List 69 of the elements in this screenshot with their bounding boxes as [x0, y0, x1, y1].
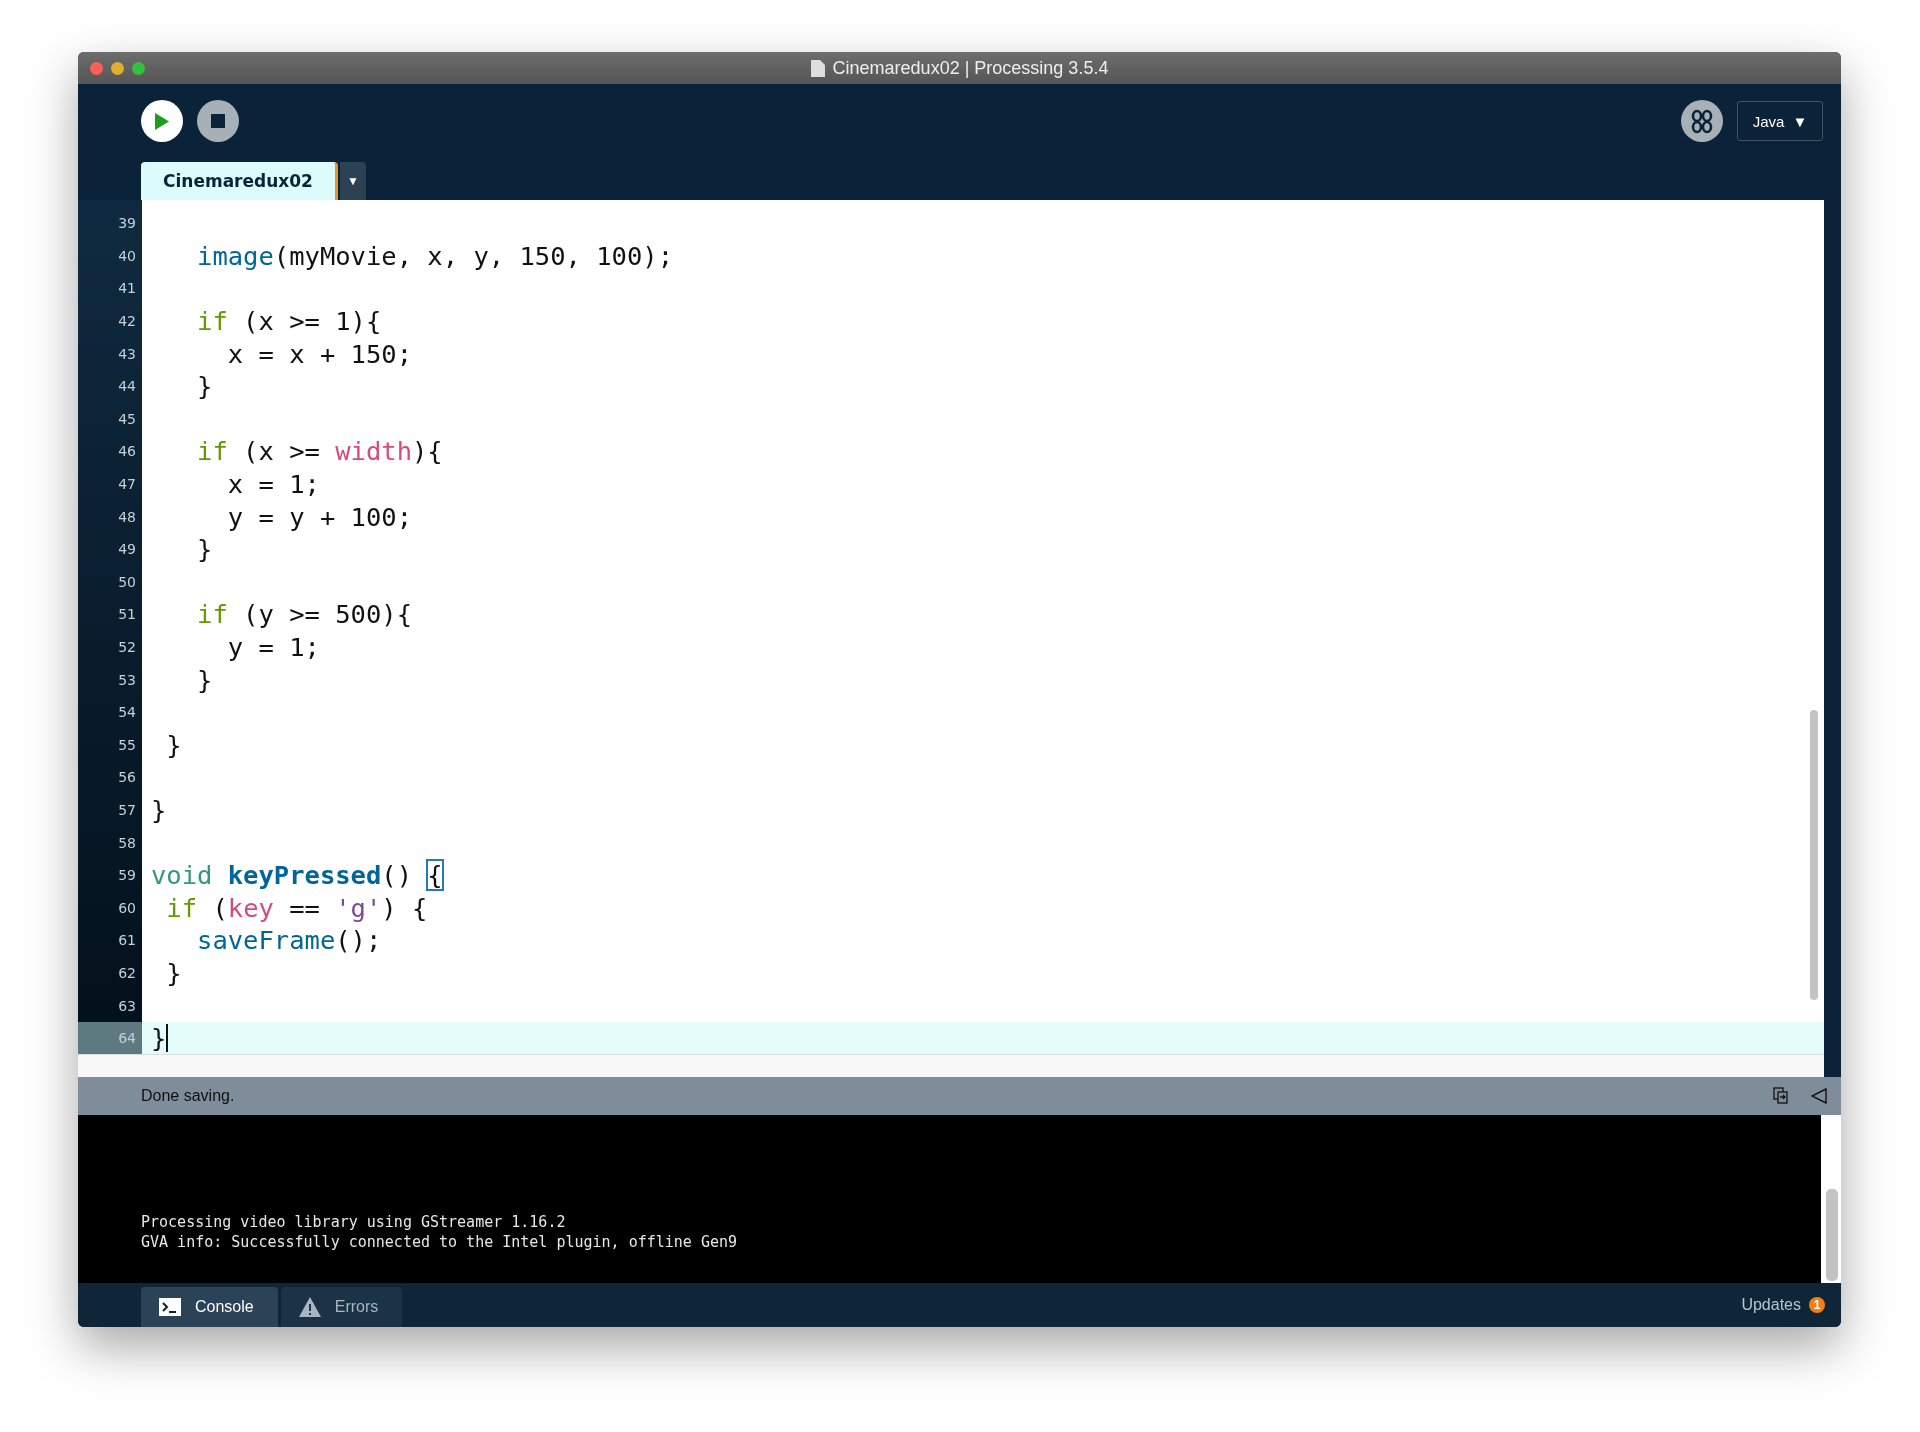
sketch-tab[interactable]: Cinemaredux02: [141, 162, 338, 200]
run-button[interactable]: [141, 100, 183, 142]
line-number: 59: [117, 866, 137, 886]
console-line: Processing video library using GStreamer 1.16.2: [141, 1213, 567, 1231]
line-number: 58: [117, 833, 137, 853]
code-line: if (x >= width){: [196, 435, 444, 468]
scrollbar-thumb[interactable]: [1826, 1189, 1838, 1281]
line-number: 42: [117, 312, 137, 332]
minimize-window-button[interactable]: [111, 61, 124, 75]
line-number: 50: [117, 572, 137, 592]
document-icon: [810, 59, 825, 77]
line-number: 48: [117, 507, 137, 527]
code-line: if (x >= 1){: [196, 305, 383, 338]
code-line: y = 1;: [226, 631, 321, 664]
stop-icon: [211, 114, 225, 128]
mode-dropdown[interactable]: Java ▼: [1737, 101, 1823, 141]
line-number: 53: [117, 670, 137, 690]
line-number: 64: [78, 1021, 142, 1055]
code-line: }: [196, 663, 214, 696]
line-number: 40: [117, 246, 137, 266]
line-number: 45: [117, 409, 137, 429]
console-line: GVA info: Successfully connected to the Intel plugin, offline Gen9: [141, 1233, 739, 1251]
debugger-button[interactable]: [1681, 100, 1723, 142]
line-number: 60: [117, 898, 137, 918]
warning-icon: [298, 1297, 321, 1317]
code-line: }: [196, 533, 214, 566]
code-line: x = 1;: [226, 468, 321, 501]
panel-tab[interactable]: Errors: [280, 1287, 403, 1327]
code-line: if (key == 'g') {: [165, 891, 429, 925]
line-number: 62: [117, 963, 137, 983]
zoom-window-button[interactable]: [132, 61, 145, 75]
code-line: }: [165, 728, 183, 762]
code-line: void keyPressed() {: [150, 859, 444, 892]
window-title: Cinemaredux02 | Processing 3.5.4: [832, 57, 1109, 79]
line-number: 46: [117, 442, 137, 462]
code-line: saveFrame();: [196, 924, 383, 957]
stop-button[interactable]: [197, 100, 239, 142]
line-number: 51: [117, 605, 137, 625]
line-number: 44: [117, 377, 137, 397]
line-number: 43: [117, 344, 137, 364]
code-line: x = x + 150;: [226, 337, 413, 370]
code-line: y = y + 100;: [226, 500, 413, 533]
code-line: if (y >= 500){: [196, 598, 413, 631]
tab-menu-button[interactable]: ▼: [339, 162, 366, 200]
line-number: 39: [117, 214, 137, 234]
code-line: image(myMovie, x, y, 150, 100);: [196, 239, 674, 273]
line-number: 49: [117, 540, 137, 560]
line-number: 63: [117, 996, 137, 1016]
line-number: 54: [117, 703, 137, 723]
line-number: 56: [117, 768, 137, 788]
line-number: 41: [117, 279, 137, 299]
code-line: }: [150, 794, 168, 827]
line-number: 61: [117, 931, 137, 951]
terminal-icon: [159, 1298, 181, 1316]
updates-button[interactable]: Updates 1: [1741, 1296, 1825, 1314]
code-line: }: [196, 370, 214, 403]
scrollbar-thumb[interactable]: [1810, 710, 1818, 1000]
collapse-icon[interactable]: [1811, 1088, 1827, 1104]
status-message: Done saving.: [141, 1087, 236, 1105]
text-cursor: [166, 1024, 169, 1053]
play-icon: [155, 112, 169, 130]
code-line: }: [165, 956, 183, 990]
panel-tab[interactable]: Console: [141, 1287, 278, 1327]
line-number: 55: [117, 735, 137, 755]
line-number: 52: [117, 638, 137, 657]
butterfly-icon: [1690, 108, 1714, 134]
copy-icon[interactable]: [1773, 1087, 1789, 1105]
line-number: 47: [117, 475, 137, 495]
line-number: 57: [117, 801, 137, 820]
